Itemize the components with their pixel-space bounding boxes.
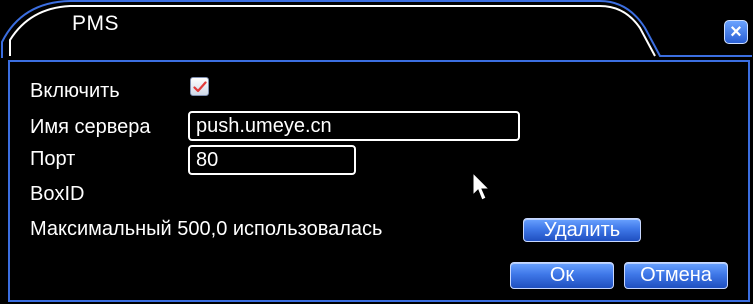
close-icon: × [730, 21, 742, 43]
delete-button[interactable]: Удалить [523, 218, 641, 242]
usage-text: Максимальный 500,0 использовалась [30, 218, 383, 240]
enable-checkbox[interactable] [190, 77, 209, 96]
mouse-cursor-icon [472, 172, 491, 201]
ok-button[interactable]: Ок [510, 262, 614, 289]
server-name-label: Имя сервера [30, 116, 151, 138]
port-field[interactable]: 80 [188, 145, 356, 175]
close-button[interactable]: × [724, 20, 748, 44]
dialog-title: PMS [72, 12, 120, 35]
port-label: Порт [30, 148, 76, 170]
pms-dialog: PMS × Включить Имя сервера push.umeye.cn… [0, 0, 753, 304]
server-name-field[interactable]: push.umeye.cn [188, 111, 520, 141]
title-bar: PMS × [0, 0, 753, 58]
enable-label: Включить [30, 80, 120, 102]
boxid-label: BoxID [30, 183, 85, 205]
cancel-button[interactable]: Отмена [624, 262, 728, 289]
checkmark-icon [193, 81, 207, 93]
